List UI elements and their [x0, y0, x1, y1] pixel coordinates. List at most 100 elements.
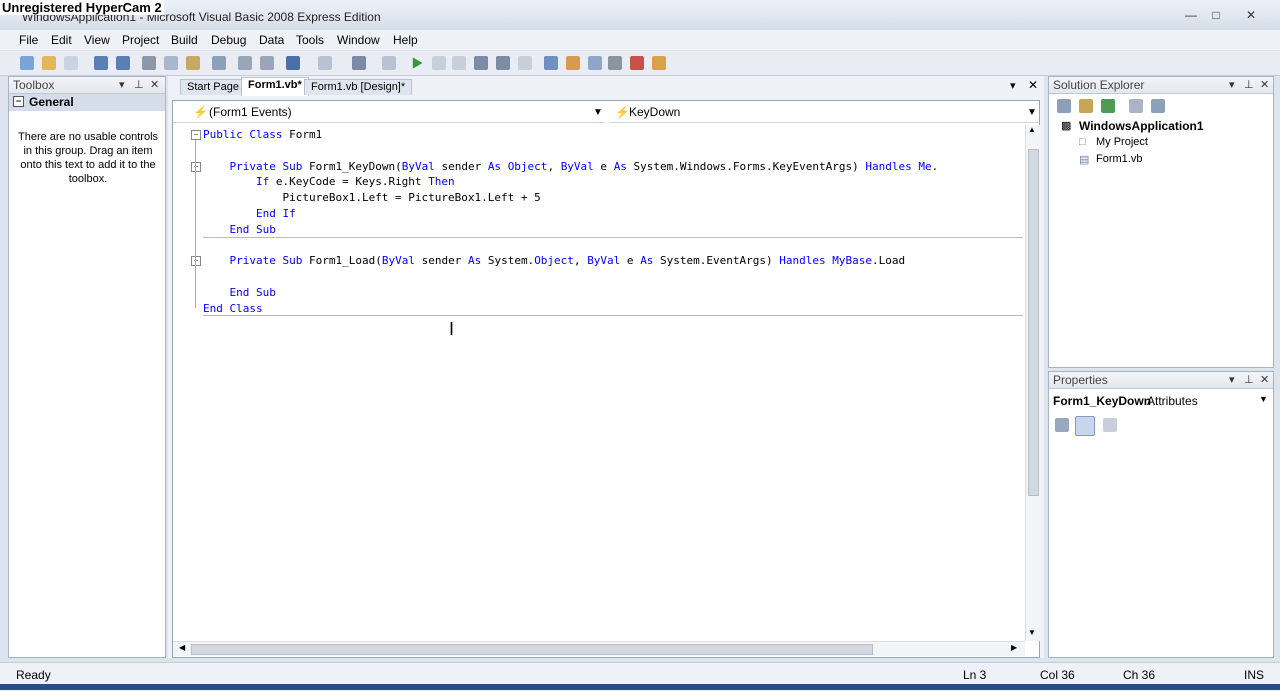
- menu-project[interactable]: Project: [122, 33, 159, 47]
- menu-help[interactable]: Help: [393, 33, 418, 47]
- menu-edit[interactable]: Edit: [51, 33, 72, 47]
- code-line[interactable]: [203, 269, 938, 285]
- code-editor[interactable]: ⚡ (Form1 Events) ▼ ⚡ KeyDown ▼ − − − Pub…: [172, 100, 1040, 658]
- tab-form1-design[interactable]: Form1.vb [Design]*: [304, 79, 413, 95]
- menu-view[interactable]: View: [84, 33, 110, 47]
- undo-icon[interactable]: [286, 56, 300, 70]
- new-project-icon[interactable]: [20, 56, 34, 70]
- status-insert-mode: INS: [1244, 668, 1265, 682]
- pin-icon[interactable]: ⊥: [1244, 78, 1254, 91]
- code-line[interactable]: If e.KeyCode = Keys.Right Then: [203, 174, 938, 190]
- chevron-down-icon[interactable]: ▾: [1229, 373, 1235, 386]
- menu-build[interactable]: Build: [171, 33, 198, 47]
- menu-tools[interactable]: Tools: [296, 33, 324, 47]
- save-all-icon[interactable]: [116, 56, 130, 70]
- property-pages-icon[interactable]: [1103, 418, 1117, 432]
- alphabetical-icon[interactable]: [1075, 416, 1095, 436]
- close-icon[interactable]: ✕: [150, 78, 159, 91]
- collapse-icon[interactable]: −: [191, 162, 201, 172]
- tab-list-icon[interactable]: ▾: [1010, 79, 1016, 92]
- scroll-up-icon[interactable]: ▲: [1028, 125, 1036, 134]
- tree-item-my-project[interactable]: My Project: [1096, 136, 1148, 148]
- code-line[interactable]: Public Class Form1: [203, 127, 938, 143]
- collapse-icon[interactable]: −: [191, 130, 201, 140]
- code-text[interactable]: Public Class Form1 Private Sub Form1_Key…: [203, 127, 938, 317]
- close-document-icon[interactable]: ✕: [1028, 78, 1038, 92]
- maximize-button[interactable]: □: [1205, 7, 1227, 23]
- pin-icon[interactable]: ⊥: [1244, 373, 1254, 386]
- collapse-icon[interactable]: −: [191, 256, 201, 266]
- menu-data[interactable]: Data: [259, 33, 284, 47]
- method-name-combo[interactable]: ⚡ KeyDown ▼: [609, 103, 1039, 123]
- close-icon[interactable]: ✕: [1260, 373, 1269, 386]
- stop-icon[interactable]: [452, 56, 466, 70]
- view-designer-icon[interactable]: [1151, 99, 1165, 113]
- code-line[interactable]: PictureBox1.Left = PictureBox1.Left + 5: [203, 190, 938, 206]
- navigate-back-icon[interactable]: [352, 56, 366, 70]
- save-icon[interactable]: [94, 56, 108, 70]
- properties-icon[interactable]: [1057, 99, 1071, 113]
- tree-item-form1[interactable]: Form1.vb: [1096, 153, 1142, 165]
- pin-icon[interactable]: ⊥: [134, 78, 144, 91]
- cut-icon[interactable]: [142, 56, 156, 70]
- vertical-scroll-thumb[interactable]: [1028, 149, 1039, 496]
- code-line[interactable]: [203, 238, 938, 254]
- copy-icon[interactable]: [164, 56, 178, 70]
- start-debugging-icon[interactable]: [412, 57, 423, 69]
- tab-start-page[interactable]: Start Page: [180, 79, 246, 95]
- object-browser-icon[interactable]: [588, 56, 602, 70]
- horizontal-scrollbar[interactable]: ◀ ▶: [173, 641, 1025, 656]
- scroll-down-icon[interactable]: ▼: [1028, 628, 1036, 637]
- class-name-combo[interactable]: ⚡ (Form1 Events) ▼: [173, 103, 605, 123]
- categorized-icon[interactable]: [1055, 418, 1069, 432]
- properties-panel: Properties ▾ ⊥ ✕ Form1_KeyDown Attribute…: [1048, 371, 1274, 658]
- minimize-button[interactable]: —: [1180, 7, 1202, 23]
- code-line[interactable]: End Sub: [203, 285, 938, 301]
- add-item-icon[interactable]: [64, 56, 78, 70]
- pause-icon[interactable]: [432, 56, 446, 70]
- chevron-down-icon[interactable]: ▾: [1229, 78, 1235, 91]
- toolbox-icon[interactable]: [608, 56, 622, 70]
- horizontal-scroll-thumb[interactable]: [191, 644, 873, 655]
- collapse-icon[interactable]: −: [13, 96, 24, 107]
- step-into-icon[interactable]: [474, 56, 488, 70]
- refresh-icon[interactable]: [1101, 99, 1115, 113]
- navigate-forward-icon[interactable]: [382, 56, 396, 70]
- code-line[interactable]: End Class: [203, 301, 938, 317]
- show-all-files-icon[interactable]: [1079, 99, 1093, 113]
- code-line[interactable]: Private Sub Form1_Load(ByVal sender As S…: [203, 253, 938, 269]
- open-icon[interactable]: [42, 56, 56, 70]
- menu-window[interactable]: Window: [337, 33, 380, 47]
- error-list-icon[interactable]: [630, 56, 644, 70]
- scroll-left-icon[interactable]: ◀: [179, 643, 185, 652]
- menu-file[interactable]: File: [19, 33, 38, 47]
- step-out-icon[interactable]: [518, 56, 532, 70]
- menu-debug[interactable]: Debug: [211, 33, 246, 47]
- close-button[interactable]: ✕: [1240, 7, 1262, 23]
- step-over-icon[interactable]: [496, 56, 510, 70]
- indent-icon[interactable]: [238, 56, 252, 70]
- chevron-down-icon[interactable]: ▼: [593, 103, 603, 122]
- tab-form1-code[interactable]: Form1.vb*: [241, 77, 309, 96]
- close-icon[interactable]: ✕: [1260, 78, 1269, 91]
- start-page-icon[interactable]: [652, 56, 666, 70]
- code-line[interactable]: [203, 143, 938, 159]
- project-node[interactable]: WindowsApplication1: [1079, 119, 1204, 133]
- chevron-down-icon[interactable]: ▾: [119, 78, 125, 91]
- chevron-down-icon[interactable]: ▼: [1027, 103, 1037, 122]
- code-line[interactable]: End If: [203, 206, 938, 222]
- paste-icon[interactable]: [186, 56, 200, 70]
- view-code-icon[interactable]: [1129, 99, 1143, 113]
- properties-object-name[interactable]: Form1_KeyDown: [1053, 394, 1151, 408]
- solution-explorer-icon[interactable]: [544, 56, 558, 70]
- code-line[interactable]: End Sub: [203, 222, 938, 238]
- vertical-scrollbar[interactable]: ▲ ▼: [1025, 125, 1040, 641]
- redo-icon[interactable]: [318, 56, 332, 70]
- chevron-down-icon[interactable]: ▼: [1259, 394, 1268, 404]
- code-line[interactable]: Private Sub Form1_KeyDown(ByVal sender A…: [203, 159, 939, 175]
- scroll-right-icon[interactable]: ▶: [1011, 643, 1017, 652]
- toolbox-group-general[interactable]: − General: [9, 94, 165, 111]
- outdent-icon[interactable]: [260, 56, 274, 70]
- find-icon[interactable]: [212, 56, 226, 70]
- properties-window-icon[interactable]: [566, 56, 580, 70]
